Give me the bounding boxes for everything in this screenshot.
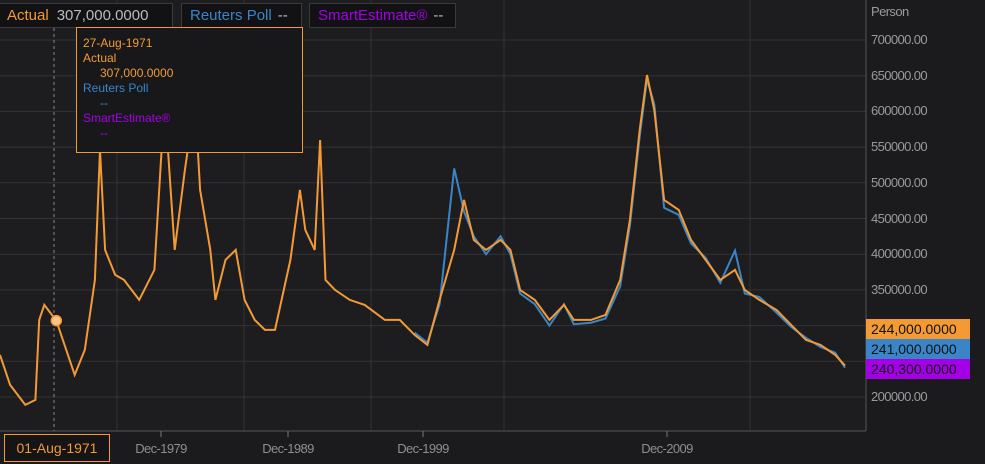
tooltip-reuters-label: Reuters Poll xyxy=(83,81,149,95)
x-tick-label: Dec-2009 xyxy=(641,441,693,456)
y-tick-label: 550000.00 xyxy=(871,139,928,155)
legend-smart-value: -- xyxy=(433,7,444,24)
legend-actual[interactable]: Actual 307,000.0000 xyxy=(0,3,173,28)
legend-reuters-poll[interactable]: Reuters Poll -- xyxy=(181,3,302,28)
legend-smart-label: SmartEstimate® xyxy=(318,7,428,24)
last-value-actual: 244,000.0000 xyxy=(866,319,970,339)
y-tick-label: 650000.00 xyxy=(871,67,928,83)
x-tick-label: Dec-1989 xyxy=(262,441,314,456)
y-axis-unit: Person xyxy=(871,4,909,19)
crosshair-date-label: 01-Aug-1971 xyxy=(4,434,110,462)
tooltip-actual-label: Actual xyxy=(83,51,117,65)
y-tick-label: 500000.00 xyxy=(871,174,928,190)
legend-reuters-value: -- xyxy=(277,7,288,24)
x-ticks xyxy=(160,431,668,437)
tooltip-smart-label: SmartEstimate® xyxy=(83,111,171,125)
y-tick-label: 450000.00 xyxy=(871,210,928,226)
tooltip-smart-value: -- xyxy=(100,126,108,140)
last-value-reuters: 241,000.0000 xyxy=(866,339,970,359)
legend-reuters-label: Reuters Poll xyxy=(190,7,272,24)
y-tick-label: 350000.00 xyxy=(871,281,928,297)
tooltip-reuters-value: -- xyxy=(100,96,108,110)
legend-actual-label: Actual xyxy=(7,7,49,24)
y-tick-label: 700000.00 xyxy=(871,32,928,47)
legend-smartestimate[interactable]: SmartEstimate® -- xyxy=(309,3,456,28)
x-tick-label: Dec-1999 xyxy=(397,441,449,456)
y-tick-label: 200000.00 xyxy=(871,389,928,404)
tooltip-date: 27-Aug-1971 xyxy=(83,36,153,50)
x-tick-label: Dec-1979 xyxy=(135,441,187,456)
y-tick-label: 400000.00 xyxy=(871,246,928,262)
tooltip: 27-Aug-1971 Actual 307,000.0000 Reuters … xyxy=(76,27,303,153)
legend-actual-value: 307,000.0000 xyxy=(56,7,149,24)
y-tick-label: 600000.00 xyxy=(871,103,928,119)
last-value-smart: 240,300.0000 xyxy=(866,359,970,379)
hover-point-marker xyxy=(50,314,63,327)
tooltip-actual-value: 307,000.0000 xyxy=(100,66,174,80)
